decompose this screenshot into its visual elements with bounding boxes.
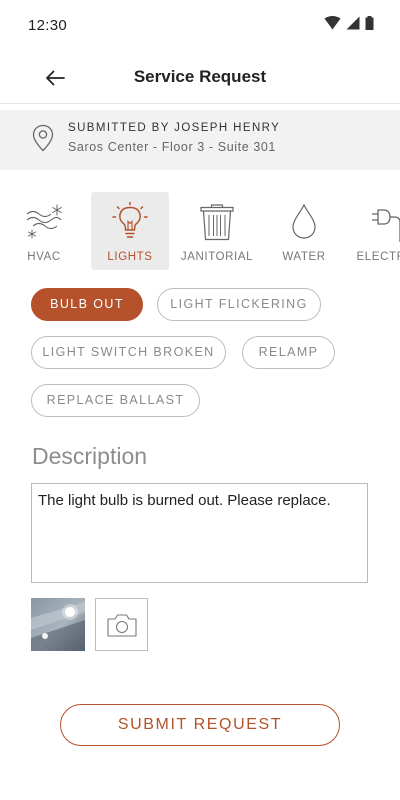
category-label: ELECTRICAL — [356, 251, 400, 263]
category-water[interactable]: WATER — [265, 192, 343, 270]
signal-icon — [346, 16, 360, 30]
lightbulb-icon — [112, 202, 148, 238]
description-heading: Description — [32, 443, 148, 469]
category-label: LIGHTS — [107, 251, 153, 263]
category-label: HVAC — [27, 251, 61, 263]
issue-chip-bulb-out[interactable]: BULB OUT — [31, 288, 143, 321]
water-drop-icon — [292, 203, 316, 239]
category-label: JANITORIAL — [180, 251, 254, 263]
description-input[interactable]: The light bulb is burned out. Please rep… — [31, 483, 368, 583]
category-janitorial[interactable]: JANITORIAL — [178, 192, 256, 270]
issue-chip-replace-ballast[interactable]: REPLACE BALLAST — [31, 384, 200, 417]
wifi-icon — [324, 16, 341, 30]
issue-chip-light-flickering[interactable]: LIGHT FLICKERING — [157, 288, 321, 321]
location-pin-icon — [32, 124, 54, 152]
submitted-by-label: SUBMITTED BY JOSEPH HENRY — [68, 122, 281, 134]
status-icons — [324, 16, 374, 30]
plug-icon — [372, 209, 400, 242]
category-lights[interactable]: LIGHTS — [91, 192, 169, 270]
category-selector: HVAC LIGHTS JANITORIAL WATER ELECT — [0, 190, 400, 272]
category-electrical[interactable]: ELECTRICAL — [356, 192, 400, 270]
page-title: Service Request — [133, 67, 267, 86]
category-hvac[interactable]: HVAC — [5, 192, 83, 270]
camera-icon — [106, 613, 137, 637]
hvac-icon — [26, 204, 62, 239]
status-time: 12:30 — [28, 17, 68, 34]
photo-thumbnail[interactable] — [31, 598, 85, 651]
submitter-info: SUBMITTED BY JOSEPH HENRY Saros Center -… — [0, 110, 400, 170]
battery-icon — [365, 16, 374, 30]
submit-request-button[interactable]: SUBMIT REQUEST — [60, 704, 340, 746]
status-bar: 12:30 — [0, 0, 400, 52]
add-photo-button[interactable] — [95, 598, 148, 651]
app-bar: Service Request — [0, 52, 400, 104]
issue-chip-relamp[interactable]: RELAMP — [242, 336, 335, 369]
location-label: Saros Center - Floor 3 - Suite 301 — [68, 140, 276, 154]
issue-chip-light-switch-broken[interactable]: LIGHT SWITCH BROKEN — [31, 336, 226, 369]
category-label: WATER — [282, 251, 326, 263]
trash-can-icon — [200, 204, 234, 241]
photo-thumbnail-image — [31, 598, 85, 651]
